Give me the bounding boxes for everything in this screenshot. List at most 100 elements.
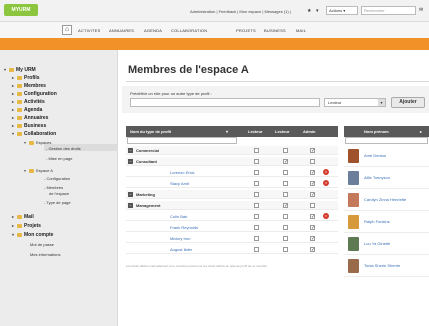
delete-icon[interactable]: × bbox=[323, 213, 329, 219]
member-name[interactable]: Alfie Tonnyson bbox=[364, 175, 390, 180]
checkbox-lecteur[interactable] bbox=[254, 181, 259, 186]
sidebar-item-mes-informations[interactable]: Mes informations bbox=[30, 252, 60, 257]
member-item[interactable]: Lou Ya Ginette bbox=[344, 233, 429, 255]
checkbox-admin[interactable]: ✓ bbox=[310, 214, 315, 220]
checkbox-admin[interactable]: ✓ bbox=[310, 225, 315, 231]
chevron-down-icon[interactable]: ▾ bbox=[316, 8, 319, 14]
checkbox-lecteur-2[interactable] bbox=[283, 170, 288, 175]
checkbox-admin[interactable]: ✓ bbox=[310, 192, 315, 198]
collapse-icon[interactable]: − bbox=[128, 203, 133, 208]
checkbox-lecteur[interactable] bbox=[254, 170, 259, 175]
nav-activites[interactable]: ACTIVITES bbox=[78, 28, 100, 33]
checkbox-admin[interactable]: ✓ bbox=[310, 247, 315, 253]
member-link[interactable]: August Ikiter bbox=[170, 247, 192, 252]
checkbox-lecteur[interactable] bbox=[254, 159, 259, 164]
member-name[interactable]: Lou Ya Ginette bbox=[364, 241, 390, 246]
checkbox-admin[interactable] bbox=[310, 159, 315, 164]
member-name[interactable]: Ralph Fonkins bbox=[364, 219, 390, 224]
nav-mail[interactable]: MAIL bbox=[296, 28, 306, 33]
sidebar-item-configuration[interactable]: ▸ Configuration bbox=[12, 91, 57, 97]
member-item[interactable]: Tonia Sherie Sherrie bbox=[344, 255, 429, 277]
checkbox-admin[interactable]: ✓ bbox=[310, 236, 315, 242]
checkbox-lecteur-2[interactable] bbox=[283, 247, 288, 252]
checkbox-lecteur-2[interactable] bbox=[283, 214, 288, 219]
checkbox-admin[interactable]: ✓ bbox=[310, 148, 315, 154]
sidebar-item-gestion-droits[interactable]: - Gestion des droits bbox=[46, 146, 81, 151]
actions-dropdown[interactable]: Actions ▾ bbox=[326, 6, 358, 15]
sidebar-item-mail[interactable]: ▸ Mail bbox=[12, 214, 34, 220]
profile-type-input[interactable] bbox=[130, 98, 320, 107]
sidebar-item-membres[interactable]: ▸ Membres bbox=[12, 83, 46, 89]
col-header-profile[interactable]: Nom du type de profil bbox=[130, 129, 171, 134]
checkbox-lecteur-2[interactable] bbox=[283, 181, 288, 186]
sidebar-item-espace-configuration[interactable]: - Configuration bbox=[44, 176, 70, 181]
sidebar-item-mise-en-page[interactable]: - Mise en page bbox=[46, 156, 72, 161]
checkbox-lecteur[interactable] bbox=[254, 247, 259, 252]
sort-icon[interactable]: ▾ bbox=[226, 129, 228, 134]
sidebar-item-annuaires[interactable]: ▸ Annuaires bbox=[12, 115, 48, 121]
sidebar-item-myurm[interactable]: ▾ My URM bbox=[4, 67, 36, 73]
checkbox-lecteur-2[interactable] bbox=[283, 192, 288, 197]
sidebar-item-agenda[interactable]: ▸ Agenda bbox=[12, 107, 42, 113]
collapse-icon[interactable]: − bbox=[128, 159, 133, 164]
checkbox-admin[interactable]: ✓ bbox=[310, 181, 315, 187]
collapse-icon[interactable]: − bbox=[128, 148, 133, 153]
member-link[interactable]: Frank Reynolds bbox=[170, 225, 198, 230]
home-icon[interactable]: ⌂ bbox=[62, 25, 72, 35]
checkbox-lecteur[interactable] bbox=[254, 203, 259, 208]
role-select[interactable]: Lecteur ▾ bbox=[324, 98, 386, 107]
checkbox-lecteur[interactable] bbox=[254, 214, 259, 219]
sidebar-item-activites[interactable]: ▸ Activités bbox=[12, 99, 45, 105]
members-header-label[interactable]: Nom prénom bbox=[364, 129, 389, 134]
member-item[interactable]: Carolyn Zinna Henriette bbox=[344, 189, 429, 211]
member-link[interactable]: Colin Bab bbox=[170, 214, 187, 219]
sidebar-item-espaces[interactable]: ▾ Espaces bbox=[24, 140, 51, 145]
member-item[interactable]: Alfie Tonnyson bbox=[344, 167, 429, 189]
nav-collaboration[interactable]: COLLABORATION bbox=[171, 28, 207, 33]
checkbox-lecteur-2[interactable] bbox=[283, 225, 288, 230]
collapse-icon[interactable]: − bbox=[128, 192, 133, 197]
top-links[interactable]: Administration | Feedback | Mon espace |… bbox=[190, 9, 291, 14]
sidebar-item-type-de-page[interactable]: - Type de page bbox=[44, 200, 71, 205]
sidebar-item-collaboration[interactable]: ▾ Collaboration bbox=[12, 131, 56, 137]
sidebar-item-profils[interactable]: ▸ Profils bbox=[12, 75, 40, 81]
member-name[interactable]: Amé Denton bbox=[364, 153, 386, 158]
checkbox-lecteur-2[interactable]: ✓ bbox=[283, 203, 288, 209]
member-link[interactable]: Lorenzo Erick bbox=[170, 170, 194, 175]
sidebar-item-projets[interactable]: ▸ Projets bbox=[12, 223, 41, 229]
nav-business[interactable]: BUSINESS bbox=[264, 28, 286, 33]
checkbox-lecteur-2[interactable]: ✓ bbox=[283, 159, 288, 165]
members-filter-input[interactable] bbox=[345, 137, 428, 144]
checkbox-admin[interactable] bbox=[310, 203, 315, 208]
sidebar-item-espace-membres-suite[interactable]: de l'espace bbox=[49, 191, 69, 196]
checkbox-lecteur-2[interactable] bbox=[283, 236, 288, 241]
sidebar-item-espace-a[interactable]: ▾ Espace A bbox=[24, 168, 53, 173]
checkbox-lecteur[interactable] bbox=[254, 148, 259, 153]
member-item[interactable]: Amé Denton bbox=[344, 145, 429, 167]
nav-projets[interactable]: PROJETS bbox=[236, 28, 256, 33]
star-icon[interactable]: ★ bbox=[307, 8, 311, 14]
nav-agenda[interactable]: AGENDA bbox=[144, 28, 162, 33]
checkbox-lecteur-2[interactable] bbox=[283, 148, 288, 153]
search-input[interactable]: Rechercher bbox=[361, 6, 416, 15]
sidebar-item-mot-de-passe[interactable]: Mot de passe bbox=[30, 242, 54, 247]
sort-icon[interactable]: ▸ bbox=[420, 129, 422, 134]
member-name[interactable]: Tonia Sherie Sherrie bbox=[364, 263, 400, 268]
member-link[interactable]: Mickey Iron bbox=[170, 236, 190, 241]
add-button[interactable]: Ajouter bbox=[391, 97, 425, 108]
delete-icon[interactable]: × bbox=[323, 169, 329, 175]
sidebar-item-business[interactable]: ▸ Business bbox=[12, 123, 46, 129]
sidebar-item-mon-compte[interactable]: ▾ Mon compte bbox=[12, 232, 53, 238]
member-link[interactable]: Stacy Amit bbox=[170, 181, 189, 186]
checkbox-admin[interactable]: ✓ bbox=[310, 170, 315, 176]
delete-icon[interactable]: × bbox=[323, 180, 329, 186]
checkbox-lecteur[interactable] bbox=[254, 192, 259, 197]
sidebar-item-espace-membres[interactable]: - Membres bbox=[44, 185, 63, 190]
mail-icon[interactable]: ✉ bbox=[419, 7, 423, 13]
checkbox-lecteur[interactable] bbox=[254, 225, 259, 230]
profile-filter-input[interactable] bbox=[127, 137, 237, 144]
nav-annuaires[interactable]: ANNUAIRES bbox=[109, 28, 134, 33]
member-item[interactable]: Ralph Fonkins bbox=[344, 211, 429, 233]
checkbox-lecteur[interactable] bbox=[254, 236, 259, 241]
member-name[interactable]: Carolyn Zinna Henriette bbox=[364, 197, 406, 202]
